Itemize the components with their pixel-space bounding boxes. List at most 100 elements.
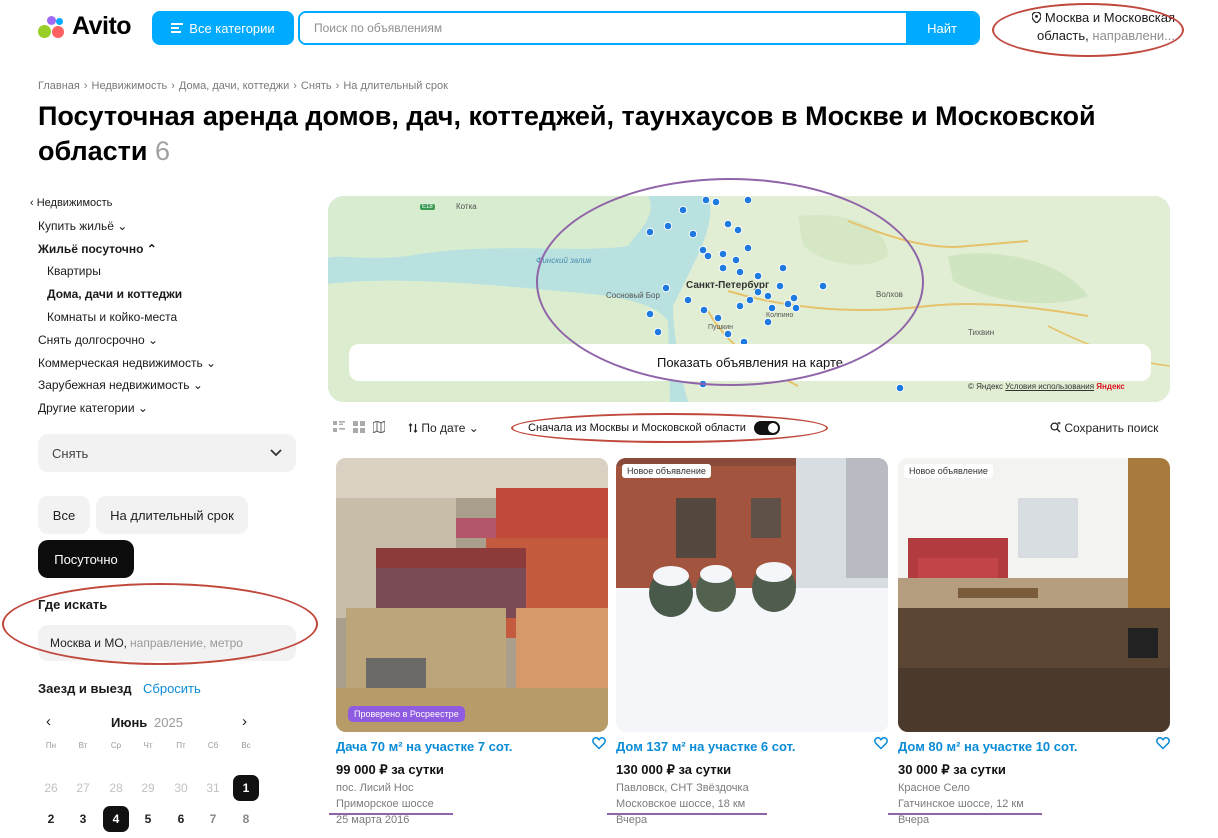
map-pin[interactable] — [678, 205, 688, 215]
listing-title[interactable]: Дом 137 м² на участке 6 сот. — [616, 739, 795, 754]
map-pin[interactable] — [789, 293, 799, 303]
calendar-day[interactable]: 2 — [38, 806, 64, 832]
save-search-button[interactable]: Сохранить поиск — [1050, 421, 1158, 435]
list-view-icon[interactable] — [333, 421, 345, 433]
map-pin[interactable] — [645, 227, 655, 237]
moscow-first-toggle[interactable]: Сначала из Москвы и Московской области — [528, 421, 780, 435]
map-pin[interactable] — [735, 267, 745, 277]
location-selector[interactable]: Москва и Московская область, направлени.… — [1010, 9, 1175, 45]
nav-item-other[interactable]: Другие категории ⌄ — [30, 397, 216, 420]
map-pin[interactable] — [733, 225, 743, 235]
favorite-heart-icon[interactable] — [592, 736, 606, 750]
map-pin[interactable] — [783, 299, 793, 309]
map-pin[interactable] — [753, 271, 763, 281]
term-all-button[interactable]: Все — [38, 496, 90, 534]
map-pin[interactable] — [731, 255, 741, 265]
nav-item-houses[interactable]: Дома, дачи и коттеджи — [30, 283, 216, 306]
nav-item-foreign[interactable]: Зарубежная недвижимость ⌄ — [30, 374, 216, 397]
calendar-day[interactable]: 8 — [233, 806, 259, 832]
chevron-right-icon[interactable]: › — [242, 713, 247, 730]
nav-item-commercial[interactable]: Коммерческая недвижимость ⌄ — [30, 352, 216, 375]
listing-title[interactable]: Дача 70 м² на участке 7 сот. — [336, 739, 512, 754]
listing-road: Приморское шоссе — [336, 798, 434, 810]
breadcrumb-item[interactable]: На длительный срок — [343, 80, 448, 92]
nav-item-long-rent[interactable]: Снять долгосрочно ⌄ — [30, 329, 216, 352]
map-pin[interactable] — [688, 229, 698, 239]
calendar-day[interactable]: 6 — [168, 806, 194, 832]
map-terms-link[interactable]: Условия использования — [1005, 382, 1094, 391]
map-pin[interactable] — [745, 295, 755, 305]
map-pin[interactable] — [718, 263, 728, 273]
nav-item-daily-rent[interactable]: Жильё посуточно ⌃ — [30, 238, 216, 261]
term-daily-button[interactable]: Посуточно — [38, 540, 134, 578]
map-pin[interactable] — [763, 291, 773, 301]
map-pin[interactable] — [723, 329, 733, 339]
nav-item-rooms[interactable]: Комнаты и койко-места — [30, 306, 216, 329]
calendar-day-selected[interactable]: 1 — [233, 775, 259, 801]
avito-logo[interactable]: Avito — [38, 12, 132, 41]
breadcrumb-item[interactable]: Главная — [38, 80, 80, 92]
breadcrumb-item[interactable]: Дома, дачи, коттеджи — [179, 80, 289, 92]
listing-photo[interactable]: Новое объявление — [898, 458, 1170, 732]
map-pin[interactable] — [698, 379, 708, 389]
where-input[interactable]: Москва и МО, направление, метро — [38, 625, 296, 661]
new-listing-badge: Новое объявление — [622, 464, 711, 478]
all-categories-button[interactable]: Все категории — [152, 11, 294, 45]
calendar-day[interactable]: 3 — [70, 806, 96, 832]
map-pin[interactable] — [653, 327, 663, 337]
map-pin[interactable] — [735, 301, 745, 311]
breadcrumb-item[interactable]: Снять — [301, 80, 332, 92]
map-pin[interactable] — [767, 303, 777, 313]
breadcrumb-item[interactable]: Недвижимость — [92, 80, 168, 92]
listing-photo[interactable]: Новое объявление — [616, 458, 888, 732]
chevron-left-icon[interactable]: ‹ — [46, 713, 51, 730]
calendar-day[interactable]: 5 — [135, 806, 161, 832]
map-pin[interactable] — [711, 197, 721, 207]
where-value: Москва и МО, — [50, 636, 128, 650]
map-pin[interactable] — [743, 243, 753, 253]
grid-view-icon[interactable] — [353, 421, 365, 433]
map-pin[interactable] — [753, 287, 763, 297]
deal-type-select[interactable]: Снять — [38, 434, 296, 472]
dates-reset-link[interactable]: Сбросить — [143, 681, 201, 696]
map-pin[interactable] — [701, 196, 711, 205]
location-pin-icon — [1031, 11, 1042, 24]
map-view-icon[interactable] — [373, 421, 385, 433]
listing-title[interactable]: Дом 80 м² на участке 10 сот. — [898, 739, 1077, 754]
map-pin[interactable] — [661, 283, 671, 293]
photo-house-interior — [898, 458, 1170, 732]
breadcrumb-separator: › — [83, 80, 88, 92]
sort-dropdown[interactable]: По дате ⌄ — [408, 421, 479, 435]
favorite-heart-icon[interactable] — [1156, 736, 1170, 750]
calendar-day[interactable]: 7 — [200, 806, 226, 832]
calendar-day-selected[interactable]: 4 — [103, 806, 129, 832]
map-pin[interactable] — [699, 305, 709, 315]
listing-photo[interactable]: Проверено в Росреестре — [336, 458, 608, 732]
map-pin[interactable] — [818, 281, 828, 291]
where-title: Где искать — [38, 597, 108, 612]
toggle-switch[interactable] — [753, 421, 780, 435]
map-pin[interactable] — [743, 196, 753, 205]
search-button[interactable]: Найт — [906, 13, 978, 43]
listing-road: Гатчинское шоссе, 12 км — [898, 798, 1024, 810]
calendar-day: 26 — [44, 781, 58, 795]
map-pin[interactable] — [645, 309, 655, 319]
map-pin[interactable] — [683, 295, 693, 305]
map-pin[interactable] — [775, 281, 785, 291]
map-pin[interactable] — [895, 383, 905, 393]
nav-item-real-estate[interactable]: ‹ Недвижимость — [30, 192, 216, 215]
map-pin[interactable] — [778, 263, 788, 273]
map-pin[interactable] — [663, 221, 673, 231]
favorite-heart-icon[interactable] — [874, 736, 888, 750]
term-long-button[interactable]: На длительный срок — [96, 496, 248, 534]
map-pin[interactable] — [723, 219, 733, 229]
map-pin[interactable] — [763, 317, 773, 327]
map-pin[interactable] — [718, 249, 728, 259]
nav-item-apartments[interactable]: Квартиры — [30, 260, 216, 283]
map-pin[interactable] — [703, 251, 713, 261]
map-pin[interactable] — [713, 313, 723, 323]
nav-item-buy[interactable]: Купить жильё ⌄ — [30, 215, 216, 238]
search-input[interactable] — [300, 13, 906, 43]
show-on-map-button[interactable]: Показать объявления на карте — [349, 344, 1151, 381]
map-pin[interactable] — [791, 303, 801, 313]
